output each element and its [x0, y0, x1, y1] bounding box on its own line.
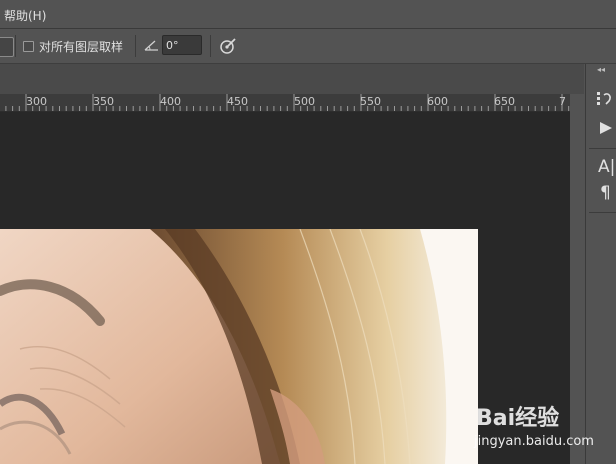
options-separator: [15, 35, 16, 57]
character-icon[interactable]: A|: [598, 159, 615, 176]
menu-bar: 帮助(H): [0, 0, 616, 29]
options-separator: [210, 35, 211, 57]
horizontal-ruler: 300 350 400 450 500 550 600 650 7: [0, 94, 570, 112]
panel-collapse-icon[interactable]: ◂◂: [597, 65, 605, 74]
angle-icon: [144, 40, 158, 51]
angle-input[interactable]: 0°: [162, 35, 202, 55]
panel-separator: [589, 212, 616, 213]
sample-all-layers-label[interactable]: 对所有图层取样: [39, 38, 123, 55]
ruler-label: 550: [360, 95, 381, 108]
history-icon[interactable]: [596, 90, 612, 108]
panel-separator: [589, 148, 616, 149]
ruler-label: 300: [26, 95, 47, 108]
document-image[interactable]: [0, 229, 478, 464]
brush-pressure-icon[interactable]: [219, 37, 237, 55]
face-photo: [0, 229, 478, 464]
sample-all-layers-checkbox[interactable]: [23, 41, 34, 52]
ruler-label: 450: [227, 95, 248, 108]
ruler-label: 600: [427, 95, 448, 108]
ruler-label: 650: [494, 95, 515, 108]
menu-help[interactable]: 帮助(H): [4, 7, 46, 24]
document-tab-strip: [0, 64, 584, 94]
ruler-label: 350: [93, 95, 114, 108]
ruler-ticks: [5, 94, 570, 111]
ruler-label: 400: [160, 95, 181, 108]
ruler-label: 500: [294, 95, 315, 108]
play-icon[interactable]: [599, 121, 613, 135]
tool-option-stub[interactable]: [0, 37, 14, 57]
paragraph-icon[interactable]: ¶: [600, 185, 611, 202]
options-separator: [135, 35, 136, 57]
workspace-gutter: [570, 94, 584, 464]
options-bar: 对所有图层取样 0°: [0, 29, 616, 64]
ruler-label: 7: [559, 95, 566, 108]
